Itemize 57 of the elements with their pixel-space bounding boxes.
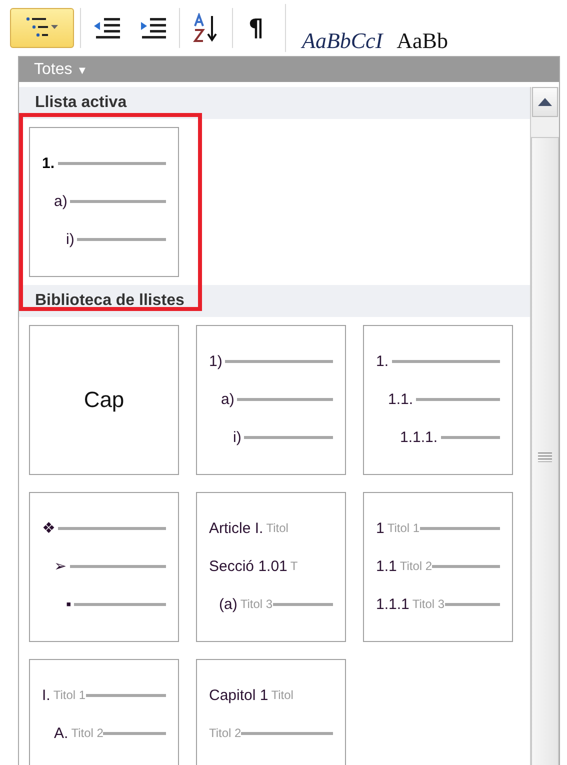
list-style-tile[interactable]: Article I. Titol Secció 1.01 T (a) Titol 3 <box>196 492 346 642</box>
list-number: a) <box>54 192 68 210</box>
list-number: 1.1. <box>388 390 414 408</box>
list-style-tile[interactable]: Cap <box>29 325 179 475</box>
show-formatting-button[interactable]: ¶ <box>239 8 273 48</box>
heading-label: Titol 3 <box>412 597 445 611</box>
indent-left-icon <box>92 15 122 41</box>
heading-label: Titol 3 <box>240 597 273 611</box>
list-number: Article I. <box>209 520 264 536</box>
heading-label: Titol 2 <box>400 559 432 573</box>
text-line <box>432 564 500 568</box>
none-label: Cap <box>84 387 124 413</box>
grip-icon <box>538 452 552 462</box>
heading-label: Titol <box>266 521 288 535</box>
list-number: i) <box>233 428 242 446</box>
list-number: a) <box>221 390 234 408</box>
list-style-tile[interactable]: 1. 1.1. 1.1.1. <box>363 325 513 475</box>
up-arrow-icon <box>538 98 552 106</box>
list-number: 1.1.1. <box>400 428 438 446</box>
list-style-tile[interactable]: Capitol 1 Titol Titol 2 <box>196 659 346 765</box>
style-preview[interactable]: AaBb <box>396 28 448 56</box>
list-number: i) <box>66 230 74 248</box>
list-number: ❖ <box>42 519 55 537</box>
list-number: A. <box>54 724 68 742</box>
list-style-tile[interactable]: ❖ ➢ ▪ <box>29 492 179 642</box>
text-line <box>444 602 500 606</box>
multilevel-list-button[interactable] <box>10 8 74 48</box>
list-number: 1.1.1 <box>376 596 410 612</box>
list-number: 1) <box>209 352 222 370</box>
heading-label: Titol 2 <box>209 726 242 740</box>
list-number: ▪ <box>66 596 72 612</box>
heading-label: T <box>290 559 298 573</box>
section-header: Biblioteca de llistes <box>19 285 530 317</box>
list-number: ➢ <box>54 557 67 575</box>
list-number: I. <box>42 686 50 704</box>
list-number: 1. <box>376 352 389 370</box>
scroll-up-button[interactable] <box>532 87 558 117</box>
heading-label: Titol 1 <box>387 521 420 535</box>
section-header: Llista activa <box>19 87 530 119</box>
list-style-tile[interactable]: I. Titol 1 A. Titol 2 <box>29 659 179 765</box>
list-number: 1.1 <box>376 558 397 574</box>
heading-label: Titol 2 <box>71 726 104 740</box>
text-line <box>440 436 500 438</box>
heading-label: Titol <box>271 688 294 702</box>
list-number: 1. <box>42 154 55 172</box>
list-number: Secció 1.01 <box>209 558 288 574</box>
list-number: Capitol 1 <box>209 686 268 704</box>
list-style-tile[interactable]: 1. a) i) <box>29 127 179 277</box>
text-line <box>272 602 333 606</box>
list-number: (a) <box>219 596 238 612</box>
list-style-tile[interactable]: 1) a) i) <box>196 325 346 475</box>
indent-right-icon <box>138 15 168 41</box>
list-style-tile[interactable]: 1 Titol 1 1.1 Titol 2 1.1.1 Titol 3 <box>363 492 513 642</box>
list-number: 1 <box>376 520 384 536</box>
text-line <box>103 732 166 734</box>
style-preview[interactable]: AaBbCcI <box>302 28 383 56</box>
heading-label: Titol 1 <box>53 688 86 702</box>
